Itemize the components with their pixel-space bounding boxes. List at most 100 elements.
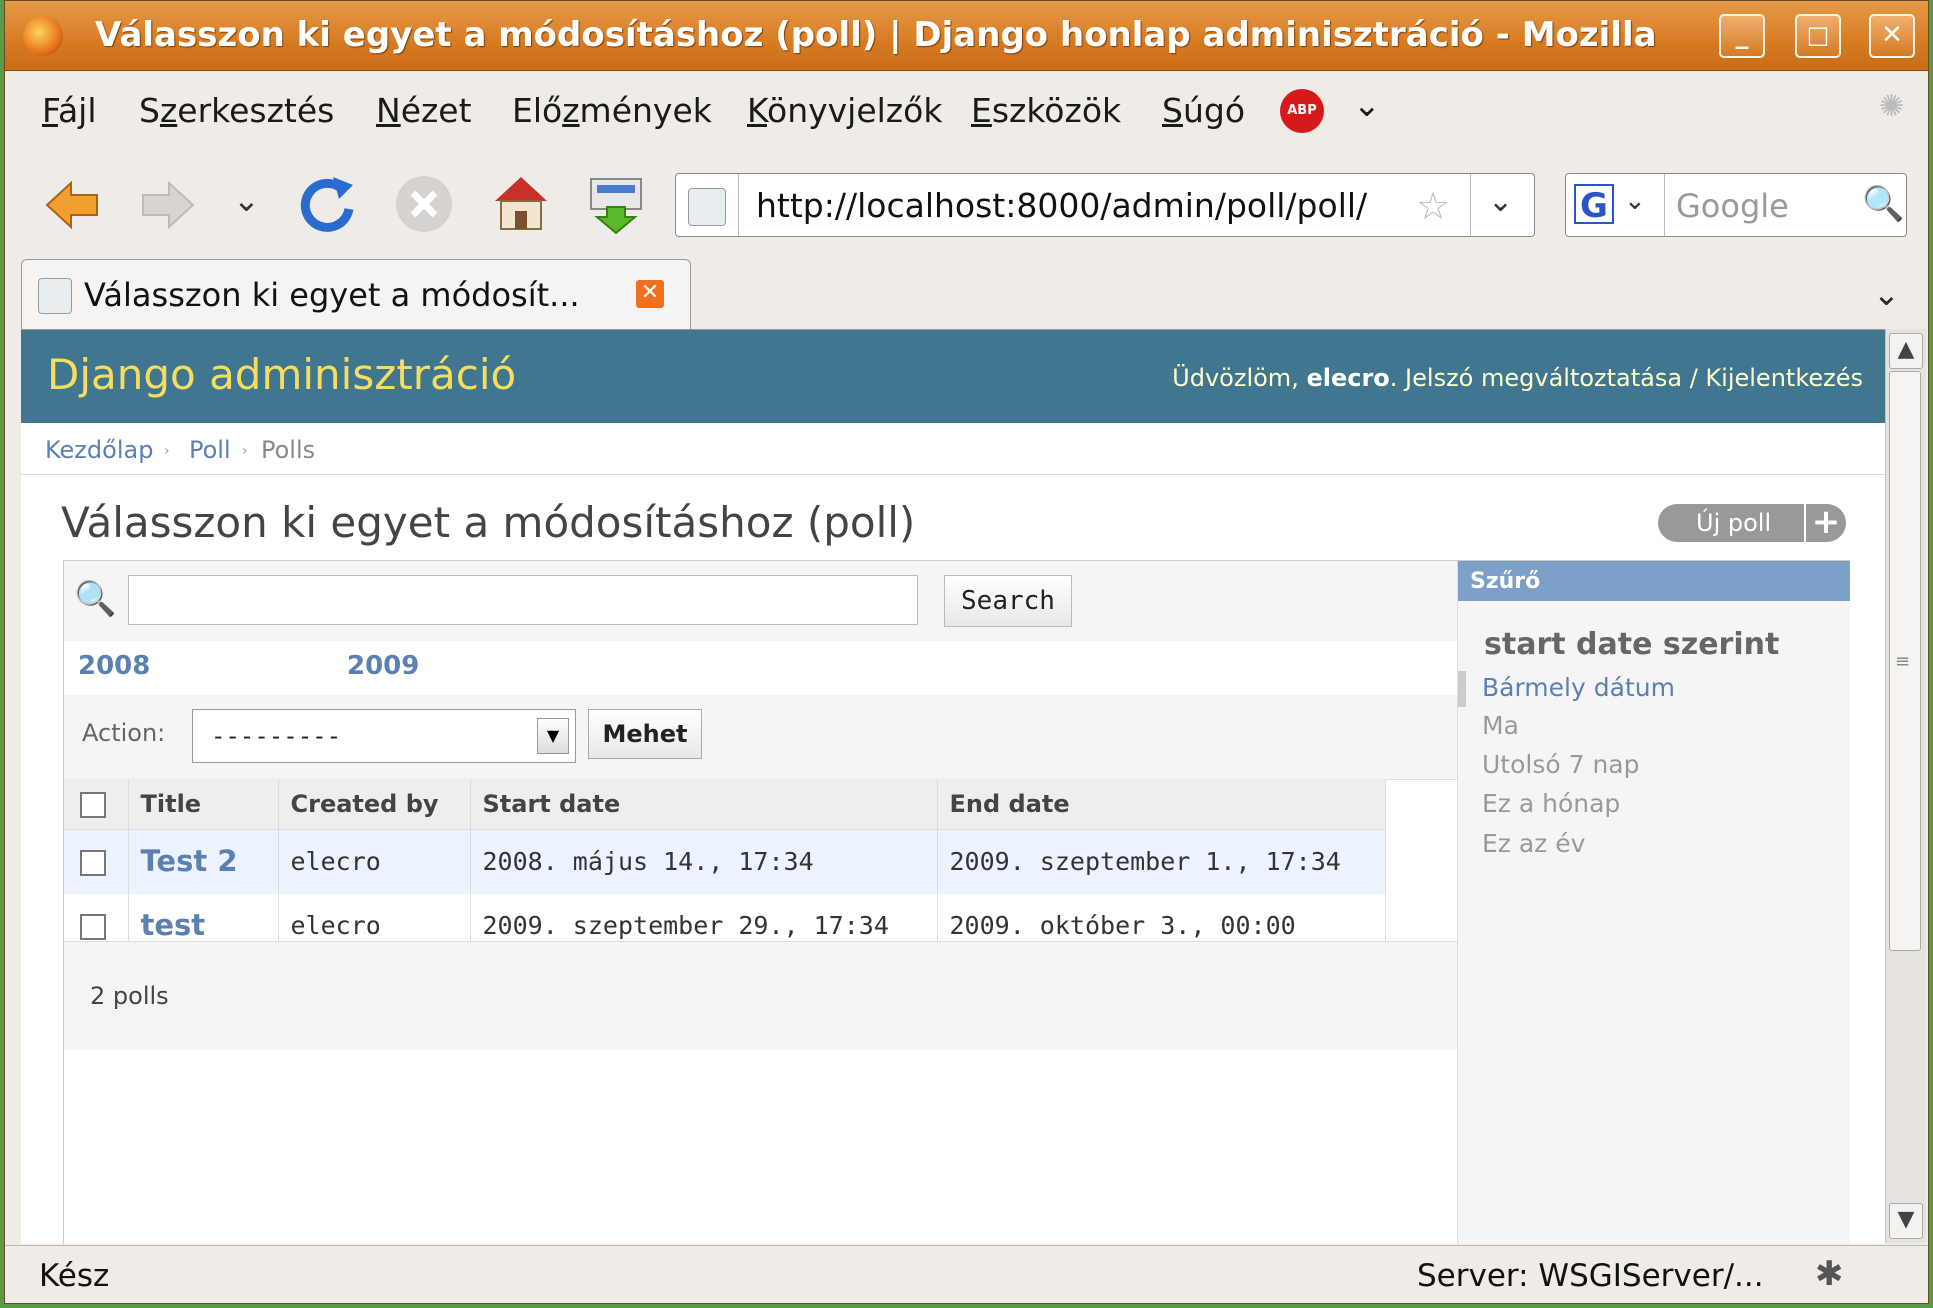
date-link-2009[interactable]: 2009 — [347, 651, 419, 681]
minimize-button[interactable]: _ — [1719, 14, 1765, 58]
download-icon[interactable] — [585, 173, 647, 235]
menu-view[interactable]: Nézet — [376, 91, 472, 130]
action-select-value[interactable]: --------- — [211, 722, 341, 750]
scroll-up-arrow-icon[interactable]: ▲ — [1889, 333, 1923, 369]
url-dropdown-separator — [1470, 174, 1471, 236]
tab-bar: Válasszon ki egyet a módosít... ✕ ⌄ — [5, 259, 1928, 329]
menu-bookmarks[interactable]: Könyvjelzők — [747, 91, 942, 130]
row-checkbox[interactable] — [80, 913, 106, 940]
results-table: Title Created by Start date End date Tes… — [64, 779, 1386, 958]
site-branding[interactable]: Django adminisztráció — [47, 350, 516, 399]
menu-bar: Fájl Szerkesztés Nézet Előzmények Könyvj… — [5, 71, 1928, 155]
page-viewport: Django adminisztráció Üdvözlöm, elecro. … — [21, 329, 1885, 1244]
action-go-button[interactable]: Mehet — [588, 709, 702, 759]
history-dropdown-icon[interactable]: ⌄ — [233, 181, 260, 219]
add-poll-label[interactable]: Új poll — [1696, 509, 1771, 537]
filter-sidebar: Szűrő start date szerint Bármely dátum M… — [1457, 561, 1850, 1244]
reload-icon[interactable] — [297, 173, 357, 235]
menu-tools[interactable]: Eszközök — [971, 91, 1121, 130]
search-go-icon[interactable]: 🔍 — [1862, 184, 1904, 224]
breadcrumb-home[interactable]: Kezdőlap — [45, 436, 153, 464]
server-info: Server: WSGIServer/... — [1417, 1258, 1764, 1294]
select-arrow-icon[interactable]: ▼ — [537, 718, 569, 754]
select-all-header[interactable] — [64, 779, 129, 830]
filter-item-today[interactable]: Ma — [1482, 711, 1519, 740]
filter-title: start date szerint — [1484, 627, 1780, 662]
throbber-icon: ✺ — [1879, 89, 1905, 124]
add-poll-button[interactable]: Új poll + — [1658, 504, 1846, 542]
user-tools: Üdvözlöm, elecro. Jelszó megváltoztatása… — [1172, 364, 1863, 392]
table-header-row: Title Created by Start date End date — [64, 779, 1386, 830]
filter-item-this-month[interactable]: Ez a hónap — [1482, 789, 1620, 818]
site-identity-icon[interactable] — [688, 188, 726, 226]
stop-icon[interactable] — [393, 173, 455, 235]
address-bar[interactable]: http://localhost:8000/admin/poll/poll/ ☆… — [675, 173, 1535, 237]
menu-file[interactable]: Fájl — [42, 91, 97, 130]
filter-selected-marker — [1458, 671, 1466, 707]
tab-label[interactable]: Válasszon ki egyet a módosít... — [84, 276, 580, 314]
engine-chevron-icon[interactable]: ⌄ — [1624, 186, 1646, 216]
action-label: Action: — [82, 719, 166, 747]
add-plus-icon[interactable]: + — [1804, 504, 1846, 542]
tab-list-chevron-icon[interactable]: ⌄ — [1873, 275, 1900, 313]
cell-end-date: 2009. szeptember 1., 17:34 — [937, 829, 1386, 894]
firebug-icon[interactable]: ✱ — [1815, 1254, 1844, 1294]
forward-arrow-icon[interactable] — [139, 177, 197, 233]
search-placeholder[interactable]: Google — [1676, 187, 1789, 225]
select-all-checkbox[interactable] — [80, 791, 106, 818]
search-input[interactable] — [128, 575, 918, 625]
vertical-scrollbar[interactable]: ▲ ≡ ▼ — [1885, 329, 1926, 1243]
poll-title-link[interactable]: Test 2 — [128, 829, 279, 894]
home-icon[interactable] — [491, 173, 551, 235]
column-header-end-date[interactable]: End date — [937, 779, 1386, 830]
window-title: Válasszon ki egyet a módosításhoz (poll)… — [95, 15, 1657, 55]
filter-item-any-date[interactable]: Bármely dátum — [1482, 673, 1675, 702]
tab-close-icon[interactable]: ✕ — [636, 280, 664, 308]
breadcrumb-separator: › — [242, 443, 248, 459]
column-header-created-by[interactable]: Created by — [278, 779, 471, 830]
scroll-down-arrow-icon[interactable]: ▼ — [1889, 1203, 1923, 1239]
action-select[interactable]: --------- ▼ — [192, 709, 576, 763]
user-links[interactable]: . Jelszó megváltoztatása / Kijelentkezés — [1390, 364, 1863, 392]
column-header-start-date[interactable]: Start date — [470, 779, 938, 830]
search-engine-icon[interactable]: G — [1574, 184, 1614, 226]
firefox-logo-icon — [23, 16, 63, 56]
date-link-2008[interactable]: 2008 — [78, 651, 150, 681]
result-count: 2 polls — [90, 982, 169, 1010]
changelist: 🔍 Search 2008 2009 Action: --------- ▼ M… — [63, 560, 1850, 1244]
tab-active[interactable]: Válasszon ki egyet a módosít... ✕ — [21, 259, 691, 329]
menu-history[interactable]: Előzmények — [512, 91, 712, 130]
url-history-chevron-icon[interactable]: ⌄ — [1488, 184, 1513, 219]
search-button[interactable]: Search — [944, 575, 1072, 627]
row-select-cell[interactable] — [64, 829, 129, 894]
back-arrow-icon[interactable] — [43, 177, 101, 233]
menu-help[interactable]: Súgó — [1162, 91, 1245, 130]
breadcrumb-app[interactable]: Poll — [189, 436, 231, 464]
username: elecro — [1306, 364, 1390, 392]
search-toolbar: 🔍 Search — [64, 561, 1457, 642]
cell-start-date: 2008. május 14., 17:34 — [470, 829, 938, 894]
maximize-button[interactable]: □ — [1795, 14, 1841, 58]
filter-header-label: Szűrő — [1470, 569, 1541, 594]
status-text: Kész — [39, 1258, 110, 1294]
menu-edit[interactable]: Szerkesztés — [139, 91, 334, 130]
breadcrumb-separator: › — [164, 443, 170, 459]
actions-bar: Action: --------- ▼ Mehet — [64, 695, 1457, 780]
row-checkbox[interactable] — [80, 849, 106, 876]
filter-item-this-year[interactable]: Ez az év — [1482, 829, 1585, 858]
date-hierarchy: 2008 2009 — [64, 641, 1457, 696]
url-separator — [738, 174, 739, 236]
table-row: Test 2 elecro 2008. május 14., 17:34 200… — [64, 829, 1386, 894]
url-text[interactable]: http://localhost:8000/admin/poll/poll/ — [756, 186, 1367, 225]
bookmark-star-icon[interactable]: ☆ — [1416, 184, 1450, 228]
scroll-grip-icon: ≡ — [1895, 651, 1911, 672]
menu-overflow-chevron-icon[interactable]: ⌄ — [1353, 85, 1381, 124]
close-window-button[interactable]: ✕ — [1869, 14, 1915, 58]
column-header-title[interactable]: Title — [128, 779, 279, 830]
adblock-icon[interactable]: ABP — [1280, 89, 1324, 133]
filter-item-last-7-days[interactable]: Utolsó 7 nap — [1482, 750, 1640, 779]
search-separator — [1664, 174, 1665, 236]
status-bar: Kész Server: WSGIServer/... ✱ — [5, 1245, 1928, 1303]
paginator: 2 polls — [64, 941, 1457, 1050]
web-search-box[interactable]: G ⌄ Google 🔍 — [1565, 173, 1907, 237]
